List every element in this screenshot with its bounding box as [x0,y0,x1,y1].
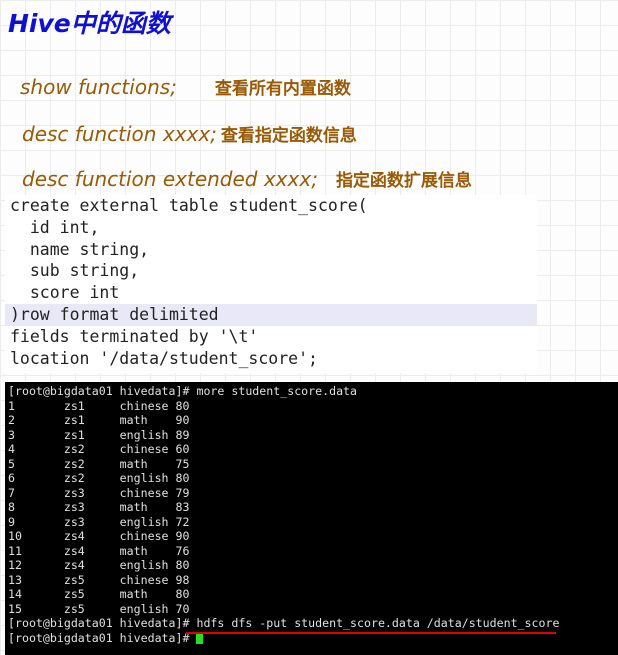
terminal-output: 1 zs1 chinese 80 2 zs1 math 90 3 zs1 engli… [5,399,618,617]
note-show-functions: show functions; 查看所有内置函数 [20,74,351,99]
code-line: score int [10,283,120,303]
terminal-data-row: 10 zs4 chinese 90 [8,529,190,543]
terminal-data-row: 12 zs4 english 80 [8,558,190,572]
terminal-data-row: 8 zs3 math 83 [8,500,190,514]
code-line: location '/data/student_score'; [10,348,318,368]
code-line: name string, [10,239,150,259]
terminal-line-cmd1: [root@bigdata01 hivedata]# more student_… [5,384,618,399]
terminal[interactable]: [root@bigdata01 hivedata]# more student_… [5,382,618,655]
terminal-data-row: 15 zs5 english 70 [8,601,190,616]
note-cmd: desc function extended xxxx; [22,167,318,191]
note-desc-extended: desc function extended xxxx; 指定函数扩展信息 [22,166,472,191]
prompt: [root@bigdata01 hivedata]# [8,630,197,645]
terminal-data-row: 2 zs1 math 90 [8,413,190,427]
terminal-data-row: 4 zs2 chinese 60 [8,442,190,456]
note-desc: 查看所有内置函数 [214,79,351,99]
terminal-data-row: 13 zs5 chinese 98 [8,572,190,587]
code-line: create external table student_score( [10,196,368,215]
terminal-data-row: 14 zs5 math 80 [8,587,190,601]
note-desc: 指定函数扩展信息 [335,171,472,191]
terminal-data-row: 9 zs3 english 72 [8,514,190,529]
code-line-highlighted: )row format delimited [5,303,537,326]
note-cmd: show functions; [20,75,177,99]
terminal-data-row: 5 zs2 math 75 [8,456,190,471]
red-underline-annotation [186,632,556,634]
terminal-data-row: 3 zs1 english 89 [8,427,190,442]
note-desc: 查看指定函数信息 [220,126,357,146]
code-block: create external table student_score( id … [5,195,537,373]
terminal-data-row: 7 zs3 chinese 79 [8,485,190,500]
terminal-line-cmd2: [root@bigdata01 hivedata]# hdfs dfs -put… [5,616,618,631]
page-title: Hive中的函数 [8,9,171,38]
note-desc-function: desc function xxxx; 查看指定函数信息 [22,121,357,146]
terminal-data-row: 1 zs1 chinese 80 [8,398,190,413]
note-cmd: desc function xxxx; [22,122,217,146]
code-line: id int, [10,217,100,237]
code-line: sub string, [10,261,140,281]
terminal-data-row: 11 zs4 math 76 [8,543,190,558]
code-line: fields terminated by '\t' [10,326,259,346]
command: hdfs dfs -put student_score.data /data/s… [196,616,560,630]
command: more student_score.data [196,384,358,398]
prompt: [root@bigdata01 hivedata]# [8,616,197,630]
prompt: [root@bigdata01 hivedata]# [8,384,197,398]
terminal-data-row: 6 zs2 english 80 [8,471,190,485]
